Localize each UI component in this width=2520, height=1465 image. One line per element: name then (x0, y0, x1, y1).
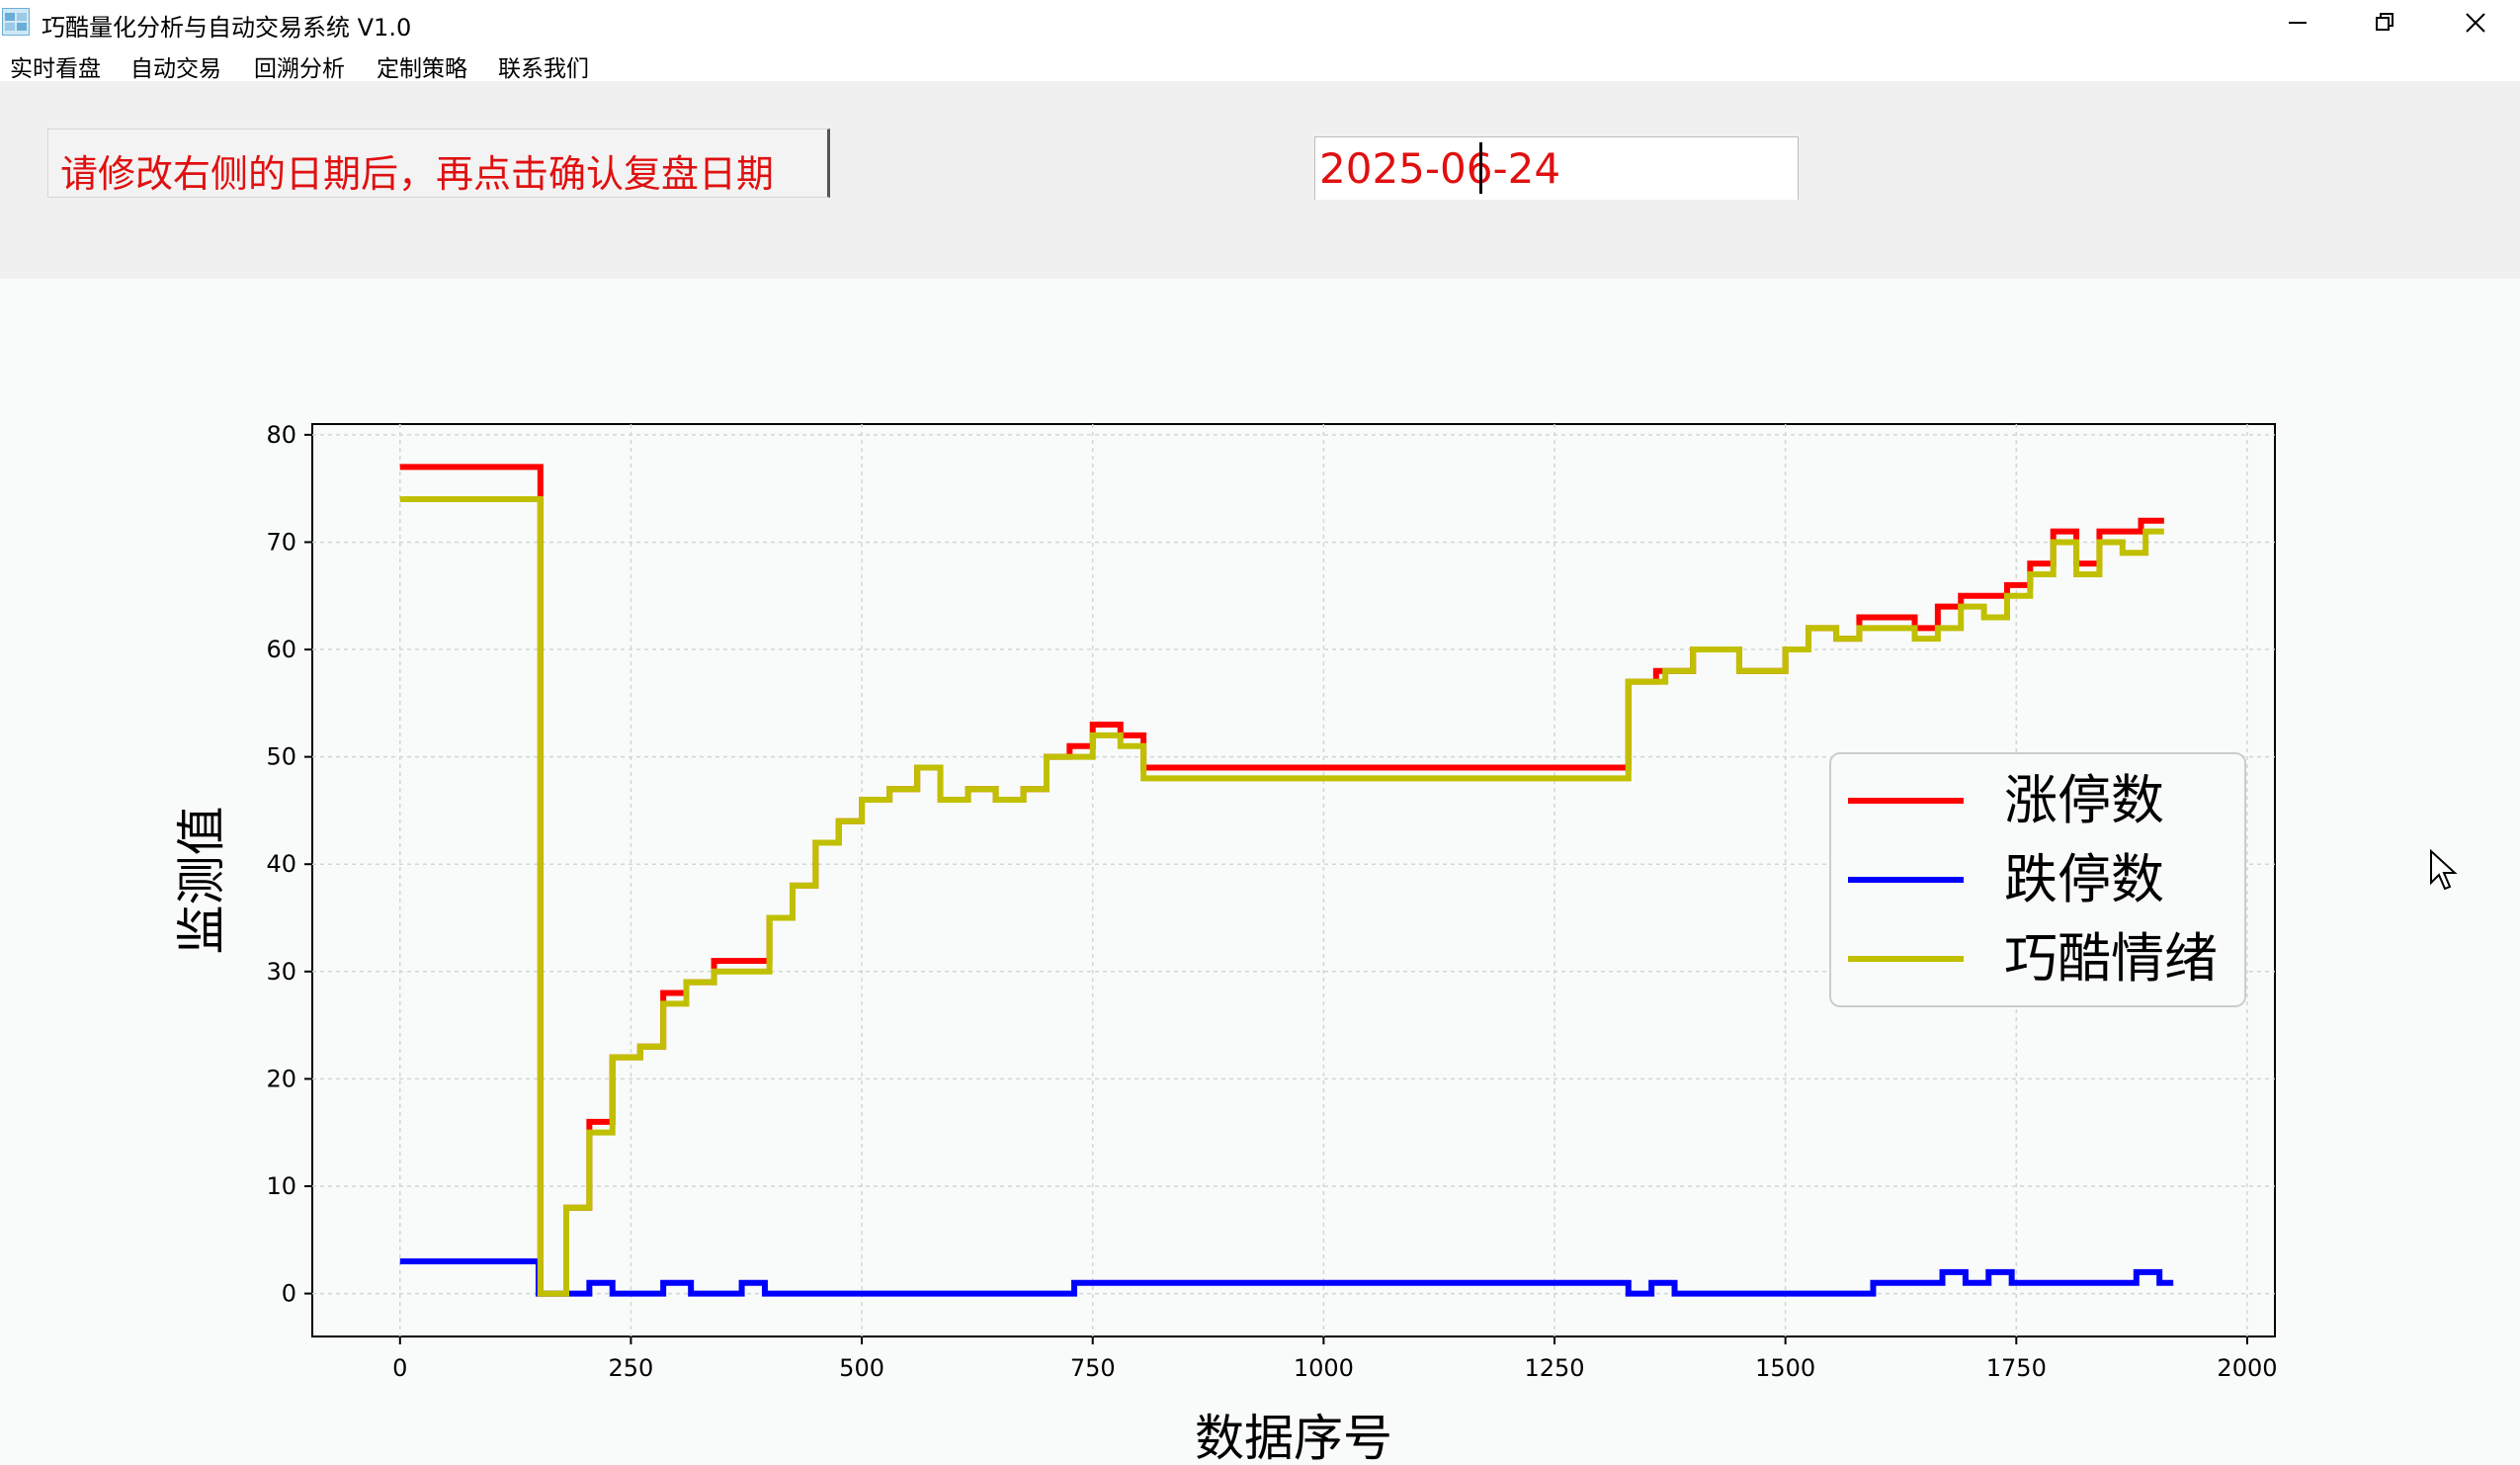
x-axis-label: 数据序号 (1195, 1410, 1392, 1465)
legend-label-2: 巧酷情绪 (2004, 927, 2218, 990)
x-tick-label: 2000 (2217, 1354, 2277, 1382)
x-tick-label: 500 (839, 1354, 884, 1382)
window-title: 巧酷量化分析与自动交易系统 V1.0 (42, 14, 412, 42)
x-tick-label: 750 (1070, 1354, 1116, 1382)
legend-label-0: 涨停数 (2004, 769, 2164, 831)
text-caret (1479, 142, 1482, 194)
main-content: 请修改右侧的日期后，再点击确认复盘日期 02505007501000125015… (0, 81, 2520, 1465)
y-tick-label: 40 (266, 850, 296, 878)
y-tick-label: 80 (266, 421, 296, 449)
monitor-chart: 0 250 500 750 1000 1250 1500 1750 2000 0 10 20 30 40 5… (173, 421, 2278, 1465)
menu-item-realtime[interactable]: 实时看盘 (10, 49, 101, 83)
close-icon (2466, 13, 2485, 33)
y-axis-label: 监测值 (173, 807, 230, 955)
menu-item-contact[interactable]: 联系我们 (498, 49, 589, 83)
y-tick-label: 60 (266, 636, 296, 663)
y-tick-label: 50 (266, 743, 296, 771)
x-tick-label: 0 (392, 1354, 407, 1382)
y-tick-label: 20 (266, 1065, 296, 1092)
legend-label-1: 跌停数 (2004, 848, 2164, 910)
x-tick-label: 250 (609, 1354, 654, 1382)
app-logo-icon (2, 8, 30, 36)
y-tick-label: 30 (266, 958, 296, 986)
confirm-date-label: 请修改右侧的日期后，再点击确认复盘日期 (60, 152, 775, 196)
x-tick-label: 1500 (1755, 1354, 1815, 1382)
x-tick-label: 1250 (1524, 1354, 1584, 1382)
y-tick-label: 70 (266, 528, 296, 556)
replay-date-input[interactable] (1314, 136, 1799, 200)
restore-icon (2376, 13, 2394, 31)
menu-bar: 实时看盘 自动交易 回溯分析 定制策略 联系我们 (0, 45, 2520, 83)
menu-item-backtest[interactable]: 回溯分析 (254, 49, 345, 83)
close-button[interactable] (2431, 0, 2520, 45)
restore-button[interactable] (2340, 0, 2429, 45)
y-tick-label: 0 (282, 1280, 296, 1308)
confirm-date-button[interactable]: 请修改右侧的日期后，再点击确认复盘日期 (47, 129, 830, 198)
mouse-pointer-icon (2430, 849, 2458, 891)
x-tick-label: 1750 (1986, 1354, 2047, 1382)
menu-item-auto-trade[interactable]: 自动交易 (130, 49, 221, 83)
minimize-button[interactable] (2253, 0, 2342, 45)
chart-legend: 涨停数跌停数巧酷情绪 (1829, 752, 2246, 1007)
y-tick-label: 10 (266, 1172, 296, 1200)
menu-item-custom-strategy[interactable]: 定制策略 (377, 49, 467, 83)
minimize-icon (2289, 22, 2307, 24)
title-bar: 巧酷量化分析与自动交易系统 V1.0 (0, 0, 2520, 45)
x-tick-label: 1000 (1294, 1354, 1354, 1382)
chart-panel: 0 250 500 750 1000 1250 1500 1750 2000 0 10 20 30 40 5… (0, 279, 2520, 1465)
series-line-1 (399, 1257, 2174, 1297)
